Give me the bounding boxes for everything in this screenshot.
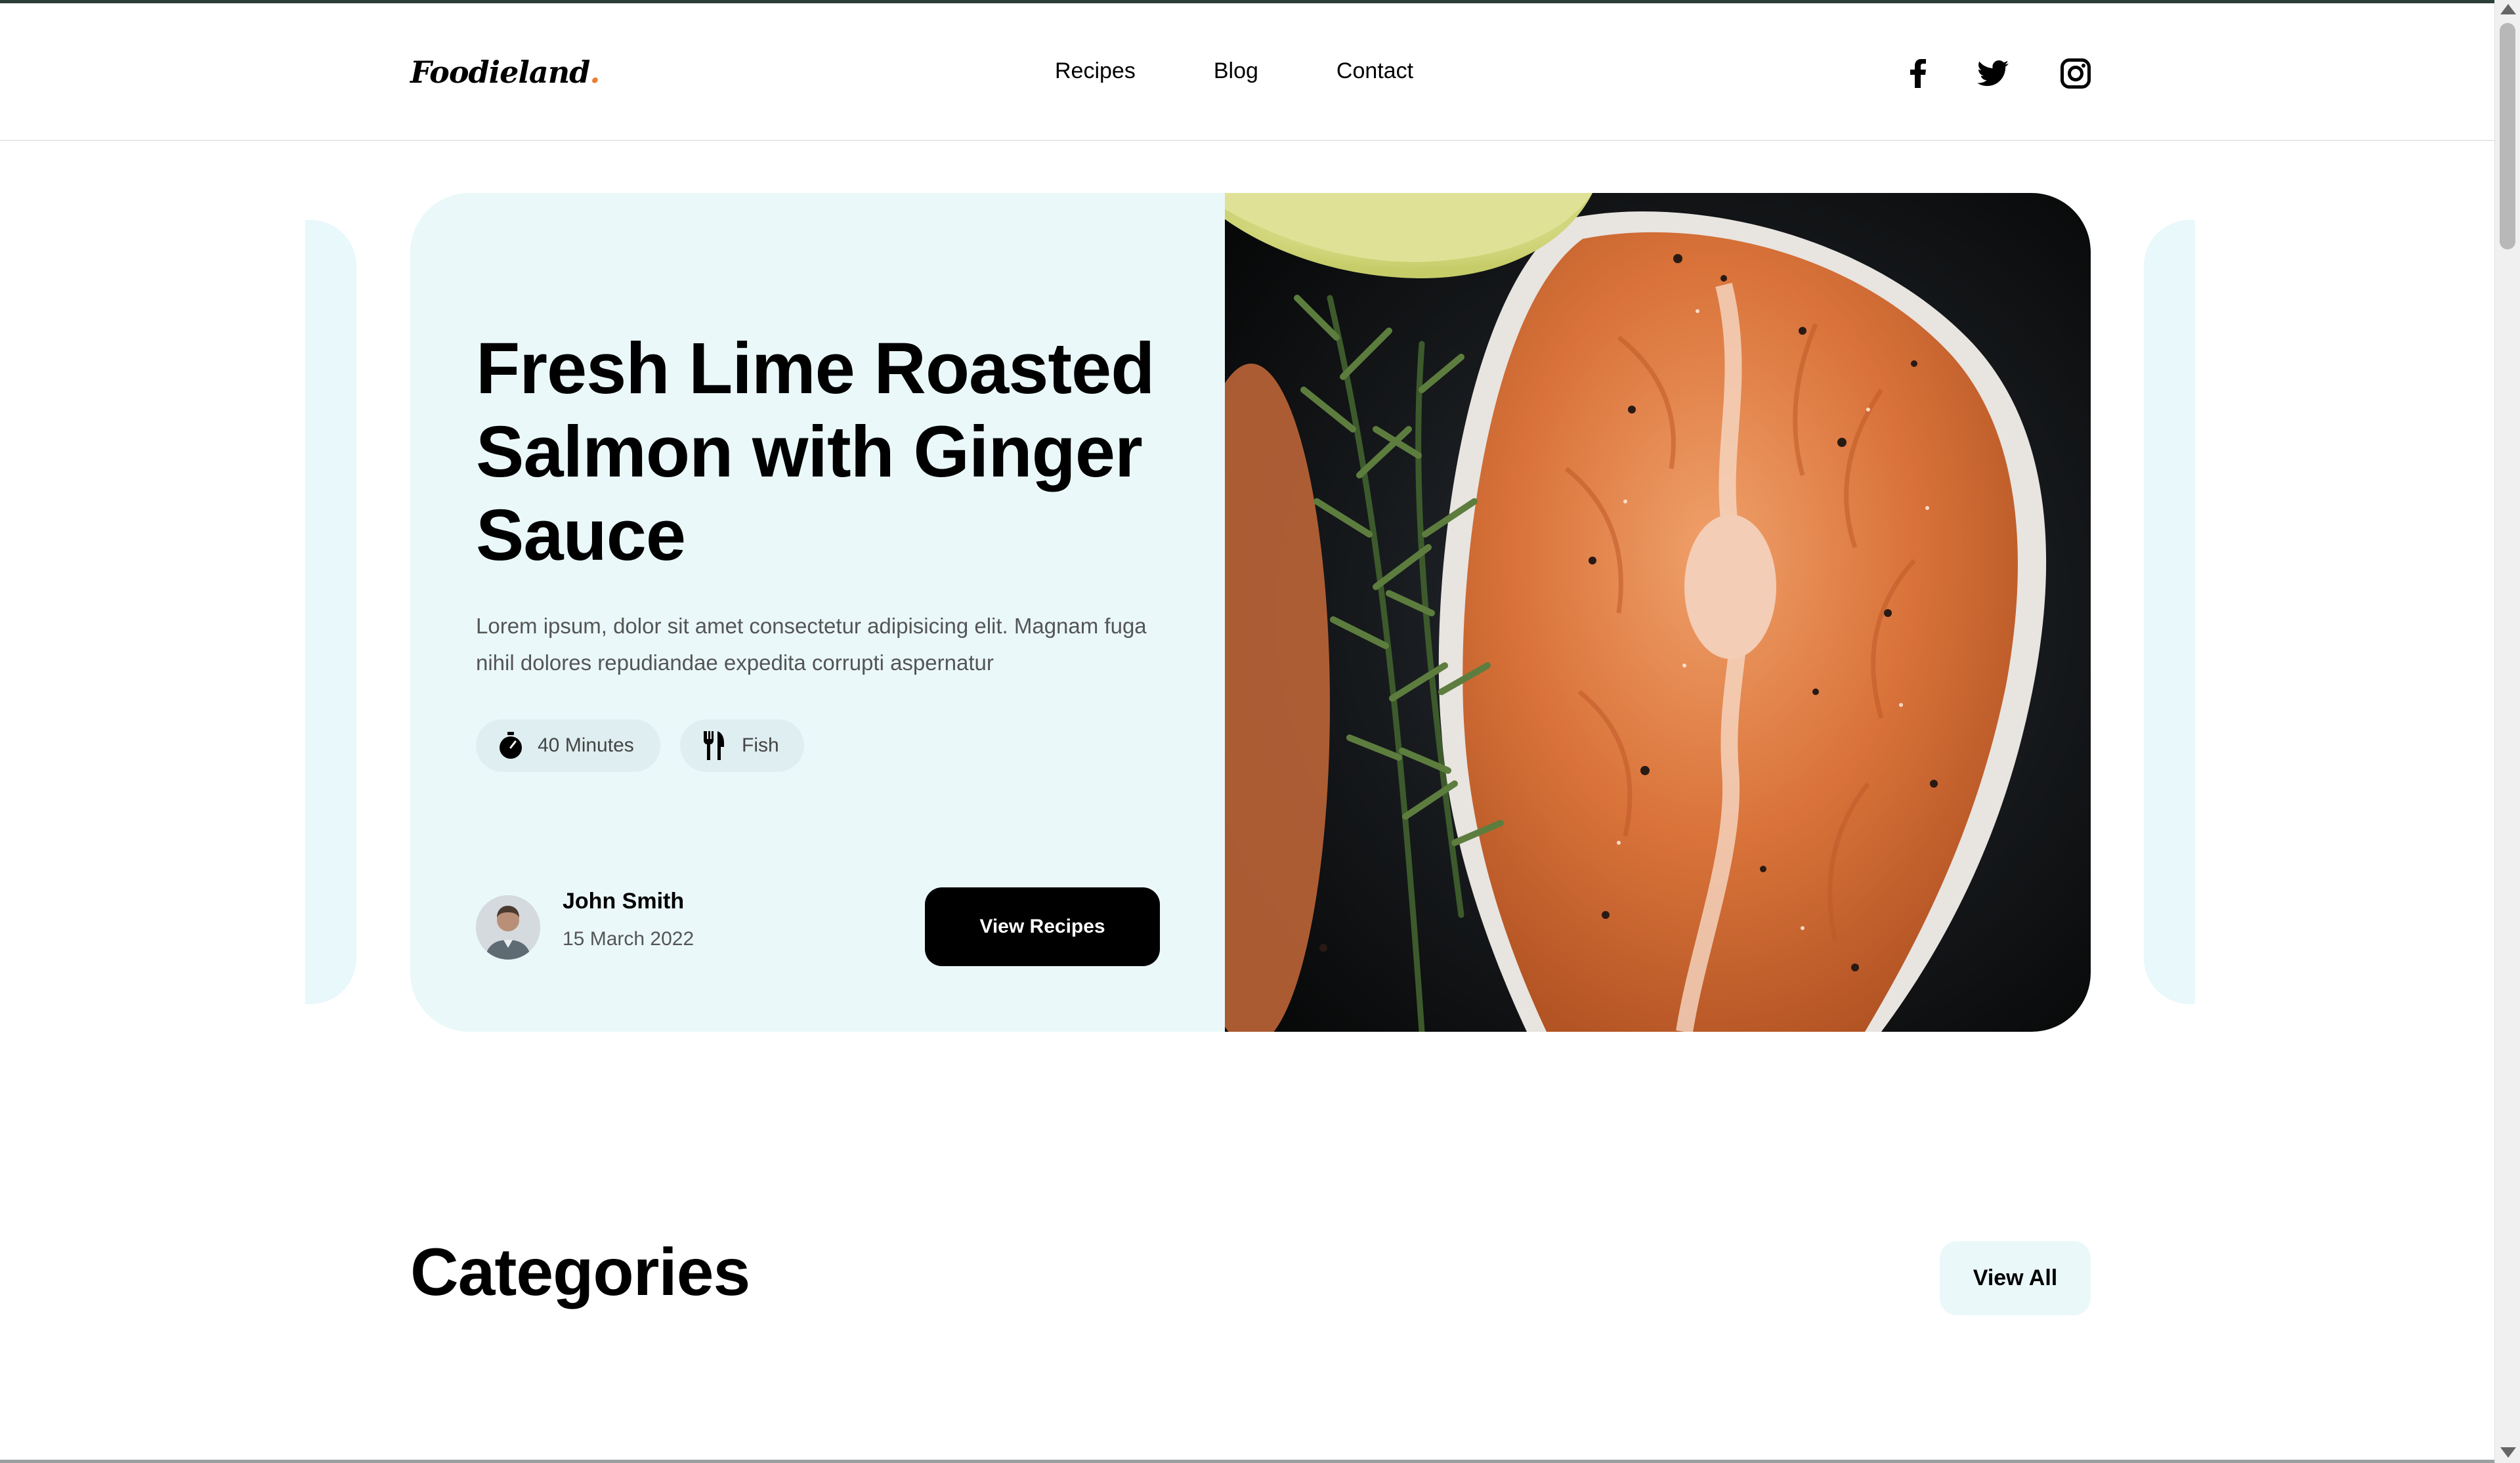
- salmon-steak-image: [1172, 193, 2091, 1032]
- chip-label: 40 Minutes: [538, 734, 634, 756]
- author-avatar: [476, 895, 540, 960]
- main-nav: Recipes Blog Contact: [1055, 58, 1491, 84]
- vertical-scrollbar[interactable]: [2494, 0, 2520, 1463]
- hero-title: Fresh Lime Roasted Salmon with Ginger Sa…: [476, 328, 1155, 576]
- instagram-icon[interactable]: [2058, 56, 2093, 91]
- view-recipes-button[interactable]: View Recipes: [925, 887, 1160, 966]
- scrollbar-thumb[interactable]: [2500, 23, 2515, 249]
- window-bottom-edge: [0, 1460, 2494, 1463]
- logo-text: Foodieland: [410, 54, 590, 90]
- hero-description: Lorem ipsum, dolor sit amet consectetur …: [476, 614, 1147, 675]
- logo-dot: .: [589, 54, 600, 90]
- author-name: John Smith: [563, 889, 685, 914]
- logo[interactable]: Foodieland.: [410, 54, 600, 90]
- carousel-next-slide-peek[interactable]: [2144, 220, 2195, 1004]
- chip-category: Fish: [680, 719, 804, 772]
- nav-link-contact[interactable]: Contact: [1336, 58, 1413, 84]
- fork-knife-icon: [702, 731, 727, 760]
- facebook-icon[interactable]: [1900, 56, 1936, 91]
- chip-cook-time: 40 Minutes: [476, 719, 660, 772]
- categories-heading: Categories: [410, 1235, 750, 1309]
- chip-label: Fish: [742, 734, 779, 756]
- nav-link-blog[interactable]: Blog: [1214, 58, 1258, 84]
- carousel-prev-slide-peek[interactable]: [305, 220, 356, 1004]
- site-header: Foodieland. Recipes Blog Contact: [0, 3, 2494, 141]
- scroll-up-arrow-icon[interactable]: [2500, 4, 2516, 14]
- page: Foodieland. Recipes Blog Contact Fresh L…: [0, 0, 2494, 1463]
- twitter-icon[interactable]: [1975, 56, 2011, 91]
- publish-date: 15 March 2022: [563, 928, 694, 950]
- hero-recipe-card: Fresh Lime Roasted Salmon with Ginger Sa…: [410, 193, 2091, 1032]
- timer-icon: [498, 732, 523, 759]
- view-all-categories-button[interactable]: View All: [1940, 1241, 2091, 1315]
- scroll-down-arrow-icon[interactable]: [2500, 1447, 2516, 1458]
- nav-link-recipes[interactable]: Recipes: [1055, 58, 1136, 84]
